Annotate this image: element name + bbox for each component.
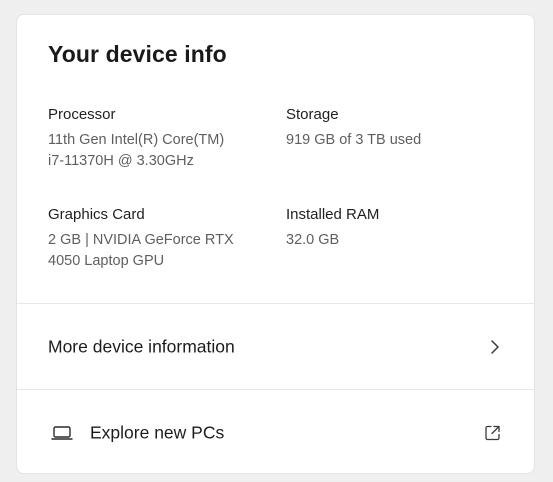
spec-value: 32.0 GB [286,232,340,248]
spec-value: 11th Gen Intel(R) Core(TM) i7-11370H @ 3… [48,132,225,169]
spec-value: 2 GB | NVIDIA GeForce RTX 4050 Laptop GP… [48,232,234,269]
explore-new-pcs-link[interactable]: Explore new PCs [17,390,534,473]
external-link-icon [484,424,501,441]
more-device-information-link[interactable]: More device information [17,304,534,389]
more-device-information-label: More device information [48,336,235,356]
laptop-icon [51,425,73,441]
spec-processor: Processor 11th Gen Intel(R) Core(TM) i7-… [48,105,258,172]
spec-value: 919 GB of 3 TB used [286,132,422,148]
spec-installed-ram: Installed RAM 32.0 GB [286,205,496,251]
device-info-card: Your device info Processor 11th Gen Inte… [16,14,535,474]
spec-label: Storage [286,106,339,123]
spec-graphics-card: Graphics Card 2 GB | NVIDIA GeForce RTX … [48,205,258,272]
spec-label: Graphics Card [48,206,145,223]
card-title: Your device info [48,41,227,67]
spec-storage: Storage 919 GB of 3 TB used [286,105,496,151]
explore-new-pcs-label: Explore new PCs [90,422,225,442]
spec-label: Installed RAM [286,206,380,223]
chevron-right-icon [490,339,500,355]
spec-label: Processor [48,106,116,123]
